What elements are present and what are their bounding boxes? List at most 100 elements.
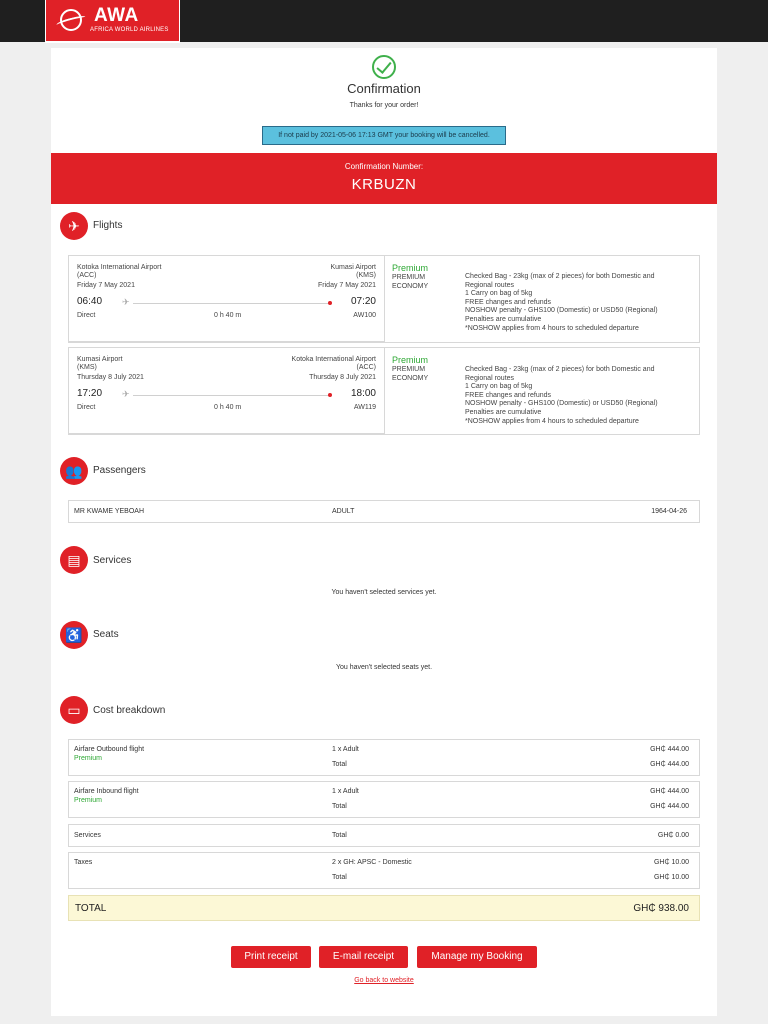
cost-total-amount: GH₵ 444.00 [650, 803, 689, 810]
fare-class-2: ECONOMY [392, 283, 429, 290]
fare-condition: FREE changes and refunds [465, 391, 551, 399]
departure-airport: Kumasi Airport [77, 356, 123, 363]
airplane-icon: ✈ [60, 212, 88, 240]
fare-condition: Regional routes [465, 374, 515, 382]
stops-label: Direct [77, 404, 96, 411]
fare-condition: Penalties are cumulative [465, 408, 542, 416]
flight-number: AW100 [353, 312, 376, 319]
cost-total-amount: GH₵ 444.00 [650, 761, 689, 768]
cost-label: Services [74, 832, 101, 839]
checkmark-icon [372, 55, 396, 79]
page-title: Confirmation [347, 81, 421, 96]
brand-name: AWA [94, 5, 139, 26]
fare-name: Premium [392, 263, 429, 273]
passengers-section-title: Passengers [93, 465, 146, 476]
arrival-airport: Kotoka International Airport [291, 356, 376, 363]
fare-class-1: PREMIUM [392, 274, 426, 281]
stops-label: Direct [77, 312, 96, 319]
route-line [133, 303, 329, 304]
fare-class-2: ECONOMY [392, 375, 429, 382]
departure-code: (ACC) [77, 272, 97, 279]
grand-total-label: TOTAL [75, 903, 107, 914]
departure-date: Thursday 8 July 2021 [77, 374, 144, 381]
cost-label: Taxes [74, 859, 93, 866]
departure-airport: Kotoka International Airport [77, 264, 162, 271]
departure-time: 17:20 [77, 388, 103, 399]
cost-row-outbound: Airfare Outbound flight Premium 1 x Adul… [68, 739, 700, 776]
passengers-icon: 👥 [60, 457, 88, 485]
fare-condition: *NOSHOW applies from 4 hours to schedule… [465, 324, 639, 332]
fare-condition: NOSHOW penalty - GHS100 (Domestic) or US… [465, 400, 658, 408]
arrival-code: (ACC) [356, 364, 376, 371]
back-to-website-link[interactable]: Go back to website [284, 977, 484, 984]
cost-total-label: Total [332, 874, 347, 881]
passenger-name: MR KWAME YEBOAH [74, 508, 145, 515]
cost-total-amount: GH₵ 0.00 [657, 832, 689, 839]
awa-logo-icon [60, 9, 82, 31]
flights-section-title: Flights [93, 220, 123, 231]
confirmation-number-band: Confirmation Number: KRBUZN [51, 153, 717, 204]
fare-conditions: Checked Bag - 23kg (max of 2 pieces) for… [465, 273, 658, 333]
plane-icon: ✈ [122, 297, 130, 307]
route-end-dot [328, 393, 332, 397]
cost-fare-name: Premium [74, 797, 103, 804]
fare-condition: Checked Bag - 23kg (max of 2 pieces) for… [465, 273, 655, 280]
passenger-row: MR KWAME YEBOAH ADULT 1964-04-26 [68, 500, 700, 523]
flight-number: AW119 [353, 404, 376, 411]
flight-card-inbound: Kumasi Airport (KMS) Thursday 8 July 202… [68, 347, 700, 435]
fare-name: Premium [392, 355, 429, 365]
arrival-time: 07:20 [350, 296, 376, 307]
email-receipt-button[interactable]: E-mail receipt [319, 946, 408, 968]
cost-total-label: Total [332, 803, 347, 810]
cost-fare-name: Premium [74, 755, 103, 762]
fare-condition: 1 Carry on bag of 5kg [465, 290, 533, 298]
departure-code: (KMS) [77, 364, 97, 371]
seats-empty-text: You haven't selected seats yet. [335, 664, 433, 671]
print-receipt-button[interactable]: Print receipt [231, 946, 311, 968]
wallet-icon: ▭ [60, 696, 88, 724]
cost-quantity: 2 x GH: APSC - Domestic [332, 859, 412, 866]
fare-condition: 1 Carry on bag of 5kg [465, 383, 533, 391]
seats-section-title: Seats [93, 629, 119, 640]
cost-total-label: Total [332, 761, 347, 768]
cost-quantity: 1 x Adult [332, 746, 359, 753]
fare-condition: *NOSHOW applies from 4 hours to schedule… [465, 417, 639, 425]
arrival-time: 18:00 [350, 388, 376, 399]
arrival-date: Thursday 8 July 2021 [309, 374, 376, 381]
cost-row-services: Services Total GH₵ 0.00 [68, 824, 700, 847]
luggage-icon: ▤ [60, 546, 88, 574]
plane-icon: ✈ [122, 389, 130, 399]
fare-class-1: PREMIUM [392, 366, 426, 373]
passenger-dob: 1964-04-26 [651, 508, 687, 515]
cost-label: Airfare Inbound flight [74, 788, 139, 795]
flight-duration: 0 h 40 m [214, 404, 242, 411]
route-line [133, 395, 329, 396]
grand-total-amount: GH₵ 938.00 [633, 903, 689, 914]
thanks-text: Thanks for your order! [349, 102, 419, 109]
grand-total-row: TOTAL GH₵ 938.00 [68, 895, 700, 921]
cost-label: Airfare Outbound flight [74, 746, 145, 753]
cost-row-inbound: Airfare Inbound flight Premium 1 x Adult… [68, 781, 700, 818]
payment-deadline-notice: If not paid by 2021-05-06 17:13 GMT your… [262, 126, 506, 145]
cost-total-label: Total [332, 832, 347, 839]
awa-logo[interactable]: AWA AFRICA WORLD AIRLINES [45, 0, 180, 43]
departure-time: 06:40 [77, 296, 103, 307]
manage-booking-button[interactable]: Manage my Booking [417, 946, 537, 968]
fare-condition: Checked Bag - 23kg (max of 2 pieces) for… [465, 366, 655, 373]
fare-condition: Penalties are cumulative [465, 315, 542, 323]
cost-quantity-amount: GH₵ 444.00 [650, 788, 689, 795]
arrival-code: (KMS) [356, 272, 376, 279]
fare-condition: NOSHOW penalty - GHS100 (Domestic) or US… [465, 307, 658, 315]
fare-condition: Regional routes [465, 281, 515, 289]
cost-total-amount: GH₵ 10.00 [653, 874, 689, 881]
route-end-dot [328, 301, 332, 305]
cost-row-taxes: Taxes 2 x GH: APSC - Domestic GH₵ 10.00 … [68, 852, 700, 889]
services-empty-text: You haven't selected services yet. [331, 589, 437, 596]
services-section-title: Services [93, 555, 132, 566]
seat-icon: ♿ [60, 621, 88, 649]
arrival-date: Friday 7 May 2021 [318, 282, 376, 289]
confirmation-number: KRBUZN [351, 176, 417, 193]
cost-quantity: 1 x Adult [332, 788, 359, 795]
arrival-airport: Kumasi Airport [330, 264, 376, 271]
cost-quantity-amount: GH₵ 444.00 [650, 746, 689, 753]
